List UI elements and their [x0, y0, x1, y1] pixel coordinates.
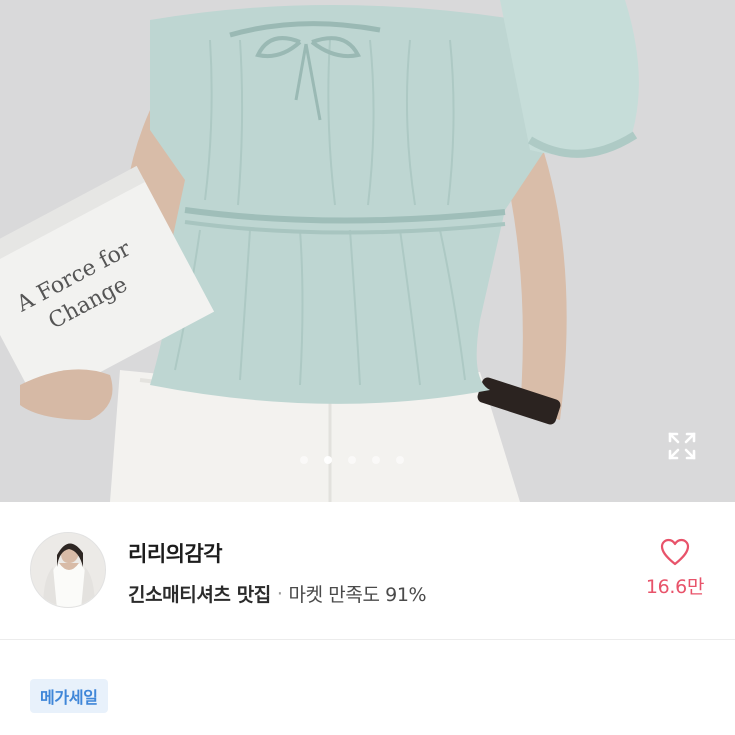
- seller-avatar[interactable]: [30, 532, 106, 608]
- shop-subtitle: 긴소매티셔츠 맛집 · 마켓 만족도 91%: [128, 580, 427, 607]
- product-image[interactable]: A Force for Change: [0, 0, 735, 502]
- heart-icon: [660, 538, 690, 566]
- carousel-dot-active[interactable]: [324, 456, 332, 464]
- separator: ·: [276, 582, 283, 605]
- expand-icon: [668, 432, 696, 460]
- like-button[interactable]: 16.6만: [640, 538, 710, 608]
- seller-info: 리리의감각 긴소매티셔츠 맛집 · 마켓 만족도 91% 16.6만: [0, 502, 735, 640]
- sale-badge: 메가세일: [30, 679, 108, 713]
- carousel-dot[interactable]: [348, 456, 356, 464]
- like-count: 16.6만: [645, 576, 705, 598]
- shop-tagline: 긴소매티셔츠 맛집: [128, 584, 271, 606]
- fullscreen-button[interactable]: [666, 430, 702, 466]
- carousel-indicator[interactable]: [300, 456, 404, 464]
- market-satisfaction: 마켓 만족도 91%: [288, 584, 427, 606]
- product-photo: A Force for Change: [0, 0, 735, 502]
- carousel-dot[interactable]: [300, 456, 308, 464]
- shop-name[interactable]: 리리의감각: [128, 538, 223, 568]
- carousel-dot[interactable]: [396, 456, 404, 464]
- avatar-image: [31, 533, 105, 607]
- carousel-dot[interactable]: [372, 456, 380, 464]
